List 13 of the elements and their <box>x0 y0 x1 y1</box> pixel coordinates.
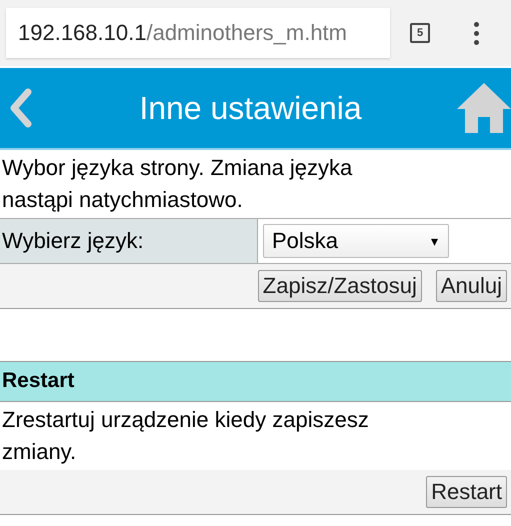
description-text: Wybor języka strony. Zmiana języka nastąpi natychmiastowo. <box>1 154 354 214</box>
section-heading: Restart <box>0 362 511 402</box>
address-field[interactable]: 192.168.10.1/adminothers_m.htm <box>6 8 390 58</box>
field-label: Wybierz język: <box>0 219 258 263</box>
page-title: Inne ustawienia <box>138 90 363 126</box>
action-button[interactable]: Anuluj <box>436 270 507 302</box>
tab-count-button[interactable]: 5 <box>410 23 430 43</box>
action-button[interactable]: Restart <box>426 476 507 508</box>
language-dropdown[interactable]: Polska ▾ <box>263 224 449 258</box>
description-text: Zrestartuj urządzenie kiedy zapiszesz zmiany. <box>1 406 370 466</box>
action-button[interactable]: Zapisz/Zastosuj <box>258 270 422 302</box>
menu-icon[interactable] <box>472 20 481 46</box>
home-icon[interactable] <box>457 83 511 133</box>
